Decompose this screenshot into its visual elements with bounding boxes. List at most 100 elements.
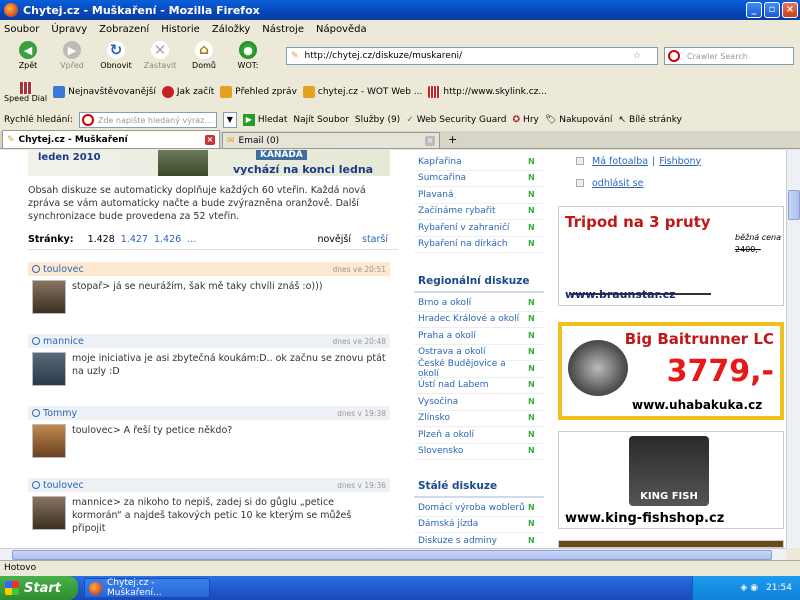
tab-email[interactable]: ✉ Email (0) ×: [222, 132, 440, 148]
url-bar[interactable]: ✎ http://chytej.cz/diskuze/muskareni/ ☆: [286, 47, 658, 65]
bile-stranky-button[interactable]: ↖ Bílé stránky: [618, 115, 681, 125]
region-item[interactable]: Praha a okolí N: [414, 328, 544, 345]
window-titlebar[interactable]: Chytej.cz - Muškaření - Mozilla Firefox …: [0, 0, 800, 20]
bookmark-label: chytej.cz - WOT Web ...: [317, 87, 423, 97]
menu-zalozky[interactable]: Záložky: [212, 24, 250, 35]
region-item[interactable]: Plzeň a okolí N: [414, 427, 544, 444]
new-badge: N: [528, 396, 535, 406]
post-author[interactable]: toulovec: [43, 264, 84, 275]
topic-item[interactable]: Rybaření na dírkách N: [414, 237, 544, 253]
region-item[interactable]: Slovensko N: [414, 444, 544, 460]
region-item[interactable]: Vysočina N: [414, 394, 544, 411]
close-button[interactable]: ×: [782, 2, 798, 18]
region-item[interactable]: Zlínsko N: [414, 411, 544, 427]
next-ad[interactable]: [558, 540, 784, 548]
scroll-thumb[interactable]: [12, 550, 772, 560]
avatar[interactable]: [32, 280, 66, 314]
close-tab-icon[interactable]: ×: [205, 134, 215, 145]
older-link[interactable]: starší: [362, 234, 388, 245]
region-item[interactable]: České Budějovice a okolí N: [414, 359, 544, 379]
quicksearch-input[interactable]: Zde napište hledaný výraz...: [78, 112, 217, 128]
topic-item[interactable]: Plavaná N: [414, 187, 544, 204]
user-icon: [32, 409, 40, 417]
bookmark-getting-started[interactable]: Jak začít: [161, 86, 214, 98]
permanent-item[interactable]: Dámská jízda N: [414, 517, 544, 533]
avatar[interactable]: [32, 424, 66, 458]
tripod-ad[interactable]: Tripod na 3 pruty běžná cena 2400,- www.…: [558, 206, 784, 306]
page-ellipsis: ...: [187, 234, 197, 245]
home-label: Domů: [192, 61, 216, 70]
web-security-guard-label: Web Security Guard: [416, 115, 507, 125]
crawler-icon: [668, 50, 680, 62]
newer-link[interactable]: novější: [317, 234, 351, 245]
bookmark-star-icon[interactable]: ☆: [633, 51, 641, 61]
sluzby-button[interactable]: Služby (9): [355, 115, 400, 125]
close-tab-icon[interactable]: ×: [425, 135, 435, 146]
post-time: dnes v 19:36: [337, 480, 386, 490]
post-author[interactable]: mannice: [43, 336, 84, 347]
bookmark-skylink[interactable]: http://www.skylink.cz...: [428, 86, 547, 98]
avatar[interactable]: [32, 352, 66, 386]
najit-soubor-button[interactable]: Najít Soubor: [293, 115, 348, 125]
topic-item[interactable]: Kapřařina N: [414, 154, 544, 171]
clock[interactable]: 21:54: [766, 583, 792, 593]
speed-dial-button[interactable]: Speed Dial: [4, 81, 47, 103]
taskbar-firefox-item[interactable]: Chytej.cz - Muškaření...: [84, 578, 210, 598]
reload-button[interactable]: ↻ Obnovit: [94, 38, 138, 70]
menu-upravy[interactable]: Úpravy: [51, 24, 87, 35]
speed-dial-icon: [19, 81, 32, 94]
fishbony-link[interactable]: Fishbony: [659, 156, 701, 167]
bookmark-most-visited[interactable]: Nejnavštěvovanější: [53, 86, 156, 98]
start-button[interactable]: Start: [0, 576, 78, 600]
topic-item[interactable]: Začínáme rybařit N: [414, 204, 544, 220]
topic-item[interactable]: Sumcařina N: [414, 171, 544, 187]
page-link[interactable]: 1.426: [154, 234, 181, 245]
maximize-button[interactable]: ▫: [764, 2, 780, 18]
back-button[interactable]: ◀ Zpět: [6, 38, 50, 70]
tab-chytej-muskareni[interactable]: ✎ Chytej.cz - Muškaření ×: [2, 130, 220, 148]
bookmark-news[interactable]: Přehled zpráv: [220, 86, 297, 98]
new-tab-button[interactable]: +: [448, 133, 457, 146]
permanent-item[interactable]: Diskuze s adminy N: [414, 533, 544, 548]
permanent-item[interactable]: Domácí výroba woblerů N: [414, 500, 544, 517]
tray-icons[interactable]: ◈ ◉: [740, 583, 758, 593]
menu-nastroje[interactable]: Nástroje: [262, 24, 304, 35]
post-author[interactable]: Tommy: [43, 408, 77, 419]
wot-button[interactable]: ● WOT:: [226, 38, 270, 70]
region-item[interactable]: Hradec Králové a okolí N: [414, 312, 544, 328]
quicksearch-placeholder: Zde napište hledaný výraz...: [97, 115, 212, 125]
region-item[interactable]: Ústí nad Labem N: [414, 378, 544, 394]
menu-historie[interactable]: Historie: [161, 24, 200, 35]
avatar[interactable]: [32, 496, 66, 530]
web-security-guard-button[interactable]: ✓ Web Security Guard: [406, 115, 506, 125]
post-header: Tommy dnes v 19:38: [28, 406, 390, 420]
ad-url: www.uhabakuka.cz: [632, 398, 763, 412]
logout-link[interactable]: odhlásit se: [592, 178, 643, 189]
bookmark-chytej-wot[interactable]: chytej.cz - WOT Web ...: [302, 86, 423, 98]
home-button[interactable]: ⌂ Domů: [182, 38, 226, 70]
new-badge: N: [528, 330, 535, 340]
post-author[interactable]: toulovec: [43, 480, 84, 491]
quicksearch-dropdown-icon[interactable]: ▼: [222, 112, 237, 128]
region-item[interactable]: Brno a okolí N: [414, 295, 544, 312]
scroll-thumb[interactable]: [788, 190, 800, 220]
vertical-scrollbar[interactable]: [786, 150, 800, 548]
menu-soubor[interactable]: Soubor: [4, 24, 39, 35]
stop-button[interactable]: ✕ Zastavit: [138, 38, 182, 70]
magazine-banner[interactable]: leden 2010 KANADA vychází na konci ledna: [28, 150, 390, 176]
menu-zobrazeni[interactable]: Zobrazení: [99, 24, 149, 35]
hledat-button[interactable]: ▶ Hledat: [242, 114, 287, 126]
horizontal-scrollbar[interactable]: [0, 548, 786, 560]
page-link[interactable]: 1.427: [121, 234, 148, 245]
topic-item[interactable]: Rybaření v zahraničí N: [414, 220, 544, 237]
photo-album-link[interactable]: Má fotoalba: [592, 156, 648, 167]
search-box[interactable]: Crawler Search: [664, 47, 794, 65]
menu-napoveda[interactable]: Nápověda: [316, 24, 367, 35]
minimize-button[interactable]: _: [746, 2, 762, 18]
forward-button[interactable]: ▶ Vpřed: [50, 38, 94, 70]
region-label: Plzeň a okolí: [418, 429, 475, 440]
hry-button[interactable]: ✪ Hry: [513, 115, 539, 125]
reel-ad[interactable]: Big Baitrunner LC 3779,- www.uhabakuka.c…: [558, 322, 784, 420]
kingfish-ad[interactable]: KING FISH www.king-fishshop.cz: [558, 431, 784, 529]
nakupovani-button[interactable]: 🏷 Nakupování: [545, 115, 613, 125]
